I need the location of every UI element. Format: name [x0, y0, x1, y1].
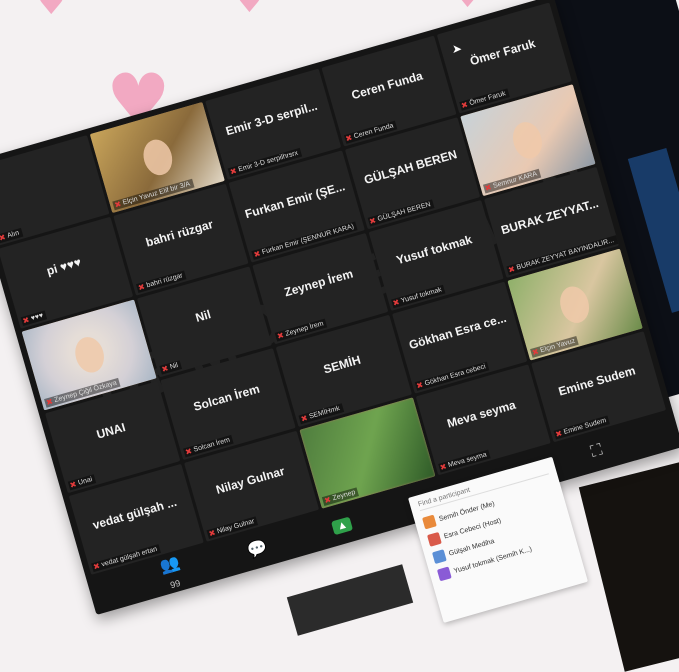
muted-mic-icon: ✖	[113, 199, 123, 211]
participant-name: SEMİH	[321, 352, 363, 377]
muted-mic-icon: ✖	[460, 100, 470, 111]
participant-name: Ceren Funda	[349, 68, 425, 103]
participant-label-text: Unai	[77, 475, 94, 487]
participant-name: Zeynep İrem	[282, 266, 355, 300]
participant-label-text: Nil	[169, 362, 180, 372]
muted-mic-icon: ✖	[323, 495, 333, 506]
avatar	[426, 531, 442, 547]
participant-name: Solcan İrem	[191, 381, 262, 415]
muted-mic-icon: ✖	[45, 397, 54, 408]
muted-mic-icon: ✖	[415, 379, 425, 391]
chat-icon[interactable]: 💬	[244, 537, 271, 562]
avatar	[431, 549, 447, 565]
participant-name: Yusuf tokmak	[394, 232, 474, 268]
muted-mic-icon: ✖	[368, 215, 378, 227]
muted-mic-icon: ✖	[344, 133, 354, 145]
muted-mic-icon: ✖	[530, 346, 540, 358]
participant-name: UNAI	[95, 420, 128, 442]
participant-name: Emine Sudem	[556, 362, 637, 399]
muted-mic-icon: ✖	[507, 264, 517, 276]
muted-mic-icon: ✖	[276, 330, 286, 342]
participant-name: Nil	[193, 306, 213, 325]
muted-mic-icon: ✖	[299, 412, 309, 424]
muted-mic-icon: ✖	[229, 166, 238, 178]
heart-decoration-icon: ♥	[455, 0, 480, 12]
participant-name: GÜLŞAH BEREN	[362, 147, 459, 188]
participant-name: bahri rüzgar	[144, 217, 215, 251]
muted-mic-icon: ✖	[483, 182, 493, 194]
participant-name: Furkan Emir (ŞE...	[243, 179, 347, 222]
participant-name: Nilay Gulnar	[214, 463, 287, 497]
muted-mic-icon: ✖	[554, 428, 564, 440]
participant-label: ✖ Unai	[67, 473, 97, 491]
participant-label: ✖ Nil	[159, 360, 183, 375]
muted-mic-icon: ✖	[21, 315, 31, 326]
participant-name: Gökhan Esra ce...	[407, 311, 509, 353]
fullscreen-icon[interactable]: ⛶	[584, 440, 610, 463]
participant-label-text: Alın	[6, 230, 21, 241]
avatar	[422, 514, 437, 530]
participant-label-text: ♥♥♥	[30, 312, 45, 323]
muted-mic-icon: ✖	[252, 248, 262, 260]
adjacent-screen-strip	[286, 564, 414, 636]
muted-mic-icon: ✖	[438, 461, 448, 473]
muted-mic-icon: ✖	[207, 528, 217, 539]
muted-mic-icon: ✖	[391, 297, 401, 309]
heart-decoration-icon: ♥	[36, 0, 67, 23]
muted-mic-icon: ✖	[160, 364, 170, 375]
participants-icon[interactable]: 👥99	[156, 552, 188, 595]
video-meeting-screen: DEMO VERSION ✖Alın✖Elçin Yavuz Elif bir …	[0, 0, 679, 615]
heart-decoration-icon: ♥	[236, 0, 263, 20]
participant-name: pi ♥♥♥	[45, 255, 83, 279]
participant-name: Emir 3-D serpil...	[224, 98, 319, 139]
adjacent-photo-frame	[578, 458, 679, 672]
participant-gallery: ✖ Alın ✖ Elçin Yavuz Elif bir 3/A Emir 3-D s…	[0, 2, 667, 575]
avatar	[436, 566, 452, 582]
muted-mic-icon: ✖	[92, 561, 102, 572]
participant-label: ✖ ♥♥♥	[20, 310, 48, 326]
share-screen-icon[interactable]: ▲	[329, 513, 355, 536]
participant-name: vedat gülşah ...	[90, 494, 179, 532]
participants-count: 99	[169, 577, 182, 591]
mouse-cursor-icon: ➤	[452, 42, 463, 56]
participant-name: BURAK ZEYYAT...	[499, 195, 601, 238]
muted-mic-icon: ✖	[68, 479, 78, 490]
participant-name: Meva seyma	[445, 397, 518, 431]
muted-mic-icon: ✖	[137, 281, 146, 293]
participant-label: ✖ Alın	[0, 228, 24, 244]
muted-mic-icon: ✖	[184, 446, 194, 457]
muted-mic-icon: ✖	[0, 232, 7, 244]
